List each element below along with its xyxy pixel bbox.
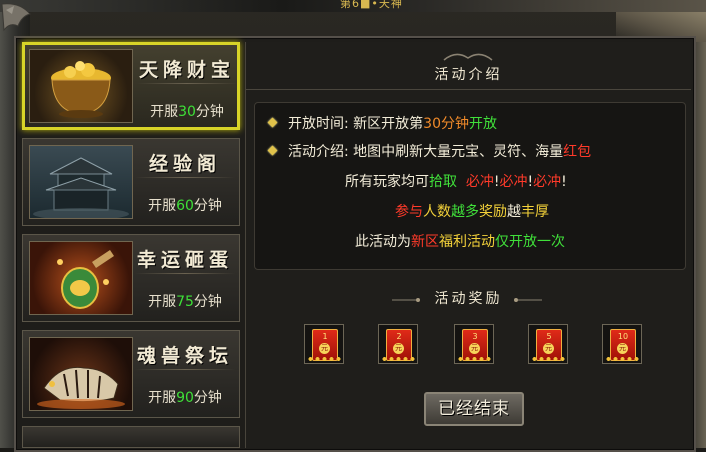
text: !: [561, 174, 567, 190]
open-time-label: 开放时间:: [288, 116, 349, 132]
reward-red-packet-3[interactable]: 3元: [454, 324, 494, 364]
golden-egg-icon: [29, 241, 133, 315]
coin-icon: 元: [617, 343, 628, 354]
open-time-suffix: 开放: [469, 116, 497, 132]
ornament-icon: [392, 298, 542, 302]
event-open-time: 开服75分钟: [135, 291, 235, 311]
bullet-icon: [267, 145, 278, 156]
divider: [246, 89, 691, 90]
desc-text: 地图中刷新大量元宝、灵符、海量: [353, 144, 564, 160]
time-suffix: 分钟: [193, 294, 222, 310]
event-detail-panel: 活动介绍 开放时间: 新区开放第30分钟开放 活动介绍: 地图中刷新大量元宝、灵…: [245, 42, 691, 448]
coin-icon: 元: [543, 343, 554, 354]
text: 此活动为: [355, 234, 411, 250]
reward-count: 5: [546, 332, 552, 341]
tiger-icon: [29, 337, 133, 411]
open-time-value: 30分钟: [423, 116, 469, 132]
participation-row: 参与人数越多奖励越丰厚: [395, 201, 549, 221]
open-time-text: 新区开放第: [353, 116, 424, 132]
intro-title: 活动介绍: [434, 67, 503, 83]
desc-row: 活动介绍: 地图中刷新大量元宝、灵符、海量红包: [267, 141, 592, 161]
reward-red-packet-5[interactable]: 5元: [528, 324, 568, 364]
ended-button[interactable]: 已经结束: [424, 392, 524, 426]
coins-icon: [381, 356, 417, 362]
event-open-time: 开服60分钟: [135, 195, 235, 215]
coins-icon: [307, 356, 343, 362]
text: 拾取: [429, 174, 457, 190]
text: 丰厚: [521, 204, 549, 220]
reward-count: 10: [617, 332, 629, 341]
text: 所有玩家均可: [345, 174, 429, 190]
event-title: 幸运砸蛋: [136, 249, 233, 271]
coin-icon: 元: [393, 343, 404, 354]
desc-label: 活动介绍:: [288, 144, 349, 160]
time-suffix: 分钟: [195, 104, 224, 120]
open-time-row: 开放时间: 新区开放第30分钟开放: [267, 113, 497, 133]
time-prefix: 开服: [148, 198, 177, 214]
intro-box: 开放时间: 新区开放第30分钟开放 活动介绍: 地图中刷新大量元宝、灵符、海量红…: [254, 102, 686, 270]
intro-header: 活动介绍: [246, 60, 691, 90]
text: 必冲: [533, 174, 562, 190]
event-item-more[interactable]: [22, 426, 240, 448]
bullet-icon: [267, 117, 278, 128]
event-item-beast-altar[interactable]: 魂兽祭坛 开服90分钟: [22, 330, 240, 418]
treasure-pot-icon: [29, 49, 133, 123]
divider: [137, 83, 237, 84]
coin-icon: 元: [469, 343, 480, 354]
text: 仅开放一次: [495, 234, 565, 250]
time-suffix: 分钟: [193, 390, 222, 406]
top-strip: 第6■•天神: [0, 0, 706, 12]
time-number: 30: [178, 104, 196, 120]
text: 越: [507, 204, 521, 220]
divider: [135, 369, 235, 370]
reward-red-packet-10[interactable]: 10 元: [602, 324, 642, 364]
text: 必冲: [499, 174, 528, 190]
event-item-treasure[interactable]: 天降财宝 开服30分钟: [22, 42, 240, 130]
desc-highlight: 红包: [563, 144, 592, 160]
divider: [135, 273, 235, 274]
reward-red-packet-2[interactable]: 2元: [378, 324, 418, 364]
text: 新区: [411, 234, 439, 250]
event-title: 魂兽祭坛: [136, 345, 233, 367]
reward-count: 2: [396, 332, 402, 341]
coins-icon: [457, 356, 493, 362]
coins-icon: [605, 356, 641, 362]
time-number: 75: [176, 294, 194, 310]
time-suffix: 分钟: [193, 198, 222, 214]
time-prefix: 开服: [150, 104, 179, 120]
reward-count: 1: [322, 332, 328, 341]
time-number: 90: [176, 390, 194, 406]
event-title: 天降财宝: [138, 59, 235, 81]
event-title: 经验阁: [148, 153, 221, 175]
once-row: 此活动为新区福利活动仅开放一次: [355, 231, 565, 251]
event-open-time: 开服90分钟: [135, 387, 235, 407]
divider: [135, 177, 235, 178]
time-number: 60: [176, 198, 194, 214]
text: 越多: [451, 204, 479, 220]
pickup-row: 所有玩家均可拾取 必冲!必冲!必冲!: [345, 171, 567, 191]
event-list: 天降财宝 开服30分钟 经验阁 开服60分钟 幸运砸蛋 开服75分钟 魂兽祭坛 …: [22, 42, 242, 448]
pavilion-icon: [29, 145, 133, 219]
event-item-experience[interactable]: 经验阁 开服60分钟: [22, 138, 240, 226]
ornament-icon: [443, 53, 493, 61]
reward-count: 3: [472, 332, 478, 341]
event-open-time: 开服30分钟: [137, 101, 237, 121]
text: 人数: [423, 204, 451, 220]
text: 福利活动: [439, 234, 495, 250]
reward-red-packet-1[interactable]: 1元: [304, 324, 344, 364]
time-prefix: 开服: [148, 294, 177, 310]
top-hint-text: 第6■•天神: [340, 0, 403, 10]
event-item-lucky-egg[interactable]: 幸运砸蛋 开服75分钟: [22, 234, 240, 322]
time-prefix: 开服: [148, 390, 177, 406]
text: 参与: [395, 204, 423, 220]
coin-icon: 元: [319, 343, 330, 354]
text: 奖励: [479, 204, 507, 220]
text: 必冲: [465, 174, 494, 190]
coins-icon: [531, 356, 567, 362]
